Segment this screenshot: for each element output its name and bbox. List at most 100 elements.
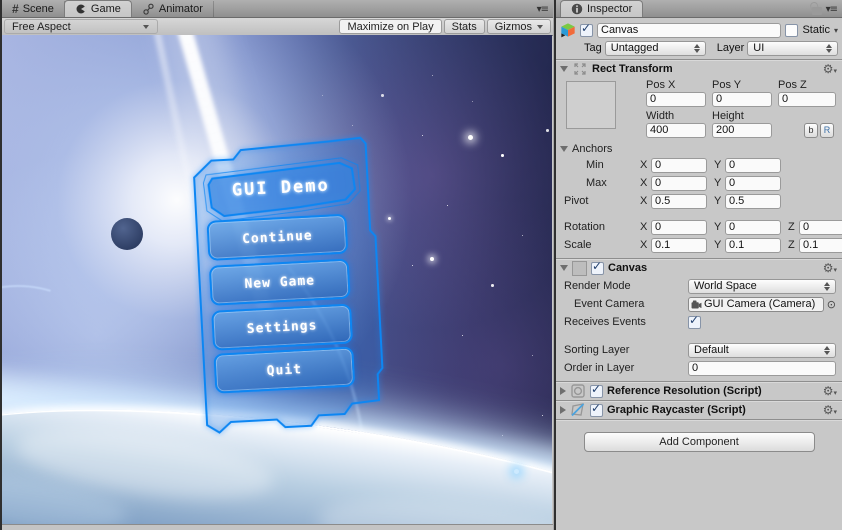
gameobject-cube-icon[interactable] bbox=[560, 22, 576, 38]
unity-editor-window: # Scene Game Animator ▾≡ Free Aspect Max… bbox=[0, 0, 842, 530]
anchors-foldout-row[interactable]: Anchors bbox=[556, 142, 842, 156]
rotation-y-field[interactable]: 0 bbox=[725, 219, 781, 235]
stats-button[interactable]: Stats bbox=[443, 19, 485, 34]
tab-game[interactable]: Game bbox=[63, 0, 132, 17]
gizmos-caret-icon bbox=[537, 24, 543, 29]
tab-scene-label: Scene bbox=[22, 3, 54, 15]
receives-events-label: Receives Events bbox=[564, 316, 646, 328]
continue-button[interactable]: Continue bbox=[206, 213, 349, 261]
x-axis-label: X bbox=[640, 239, 648, 251]
tab-scene[interactable]: # Scene bbox=[2, 1, 65, 17]
info-icon bbox=[571, 3, 583, 15]
graphic-raycaster-foldout[interactable] bbox=[560, 406, 566, 414]
y-axis-label: Y bbox=[714, 221, 722, 233]
min-x-field[interactable]: 0 bbox=[651, 157, 707, 173]
gameobject-name-field[interactable]: Canvas bbox=[597, 22, 782, 38]
tag-dropdown[interactable]: Untagged bbox=[604, 40, 706, 56]
pos-z-field[interactable]: 0 bbox=[778, 92, 836, 107]
z-axis-label: Z bbox=[788, 239, 795, 251]
rect-transform-foldout[interactable] bbox=[560, 66, 568, 72]
anchor-preview-box[interactable] bbox=[566, 81, 616, 129]
new-game-button[interactable]: New Game bbox=[208, 258, 351, 306]
scale-z-field[interactable]: 0.1 bbox=[799, 237, 842, 253]
anchors-foldout[interactable] bbox=[560, 146, 568, 152]
static-caret-icon[interactable]: ▾ bbox=[834, 26, 838, 35]
canvas-gear-icon[interactable]: ⚙ ▾ bbox=[823, 262, 837, 274]
layer-dropdown[interactable]: UI bbox=[747, 40, 838, 56]
event-camera-object-field[interactable]: GUI Camera (Camera) bbox=[688, 296, 824, 312]
inspector-menu-icon[interactable]: ▾≡ bbox=[826, 4, 838, 15]
static-checkbox[interactable] bbox=[785, 23, 799, 37]
reference-resolution-header[interactable]: ✓ Reference Resolution (Script) ⚙ ▾ bbox=[556, 382, 842, 400]
rotation-z-field[interactable]: 0 bbox=[799, 219, 842, 235]
receives-events-row: Receives Events ✓ bbox=[556, 313, 842, 331]
width-field[interactable]: 400 bbox=[646, 123, 706, 138]
add-component-button[interactable]: Add Component bbox=[583, 432, 815, 452]
x-axis-label: X bbox=[640, 177, 648, 189]
min-y-field[interactable]: 0 bbox=[725, 157, 781, 173]
render-mode-label: Render Mode bbox=[564, 280, 631, 292]
pos-y-field[interactable]: 0 bbox=[712, 92, 772, 107]
sorting-layer-dropdown[interactable]: Default bbox=[688, 342, 836, 358]
game-icon bbox=[76, 4, 87, 14]
tag-label: Tag bbox=[584, 42, 602, 54]
height-field[interactable]: 200 bbox=[712, 123, 772, 138]
scale-y-field[interactable]: 0.1 bbox=[725, 237, 781, 253]
maximize-on-play-button[interactable]: Maximize on Play bbox=[339, 19, 442, 34]
height-label: Height bbox=[712, 110, 744, 122]
order-in-layer-field[interactable]: 0 bbox=[688, 360, 836, 376]
active-checkbox[interactable]: ✓ bbox=[580, 21, 593, 37]
pivot-x-field[interactable]: 0.5 bbox=[651, 193, 707, 209]
settings-button[interactable]: Settings bbox=[211, 303, 354, 351]
tab-animator[interactable]: Animator bbox=[132, 1, 214, 17]
max-x-field[interactable]: 0 bbox=[651, 175, 707, 191]
x-axis-label: X bbox=[640, 159, 648, 171]
pos-x-field[interactable]: 0 bbox=[646, 92, 706, 107]
graphic-raycaster-header[interactable]: ✓ Graphic Raycaster (Script) ⚙ ▾ bbox=[556, 401, 842, 419]
canvas-component-header[interactable]: ✓ Canvas ⚙ ▾ bbox=[556, 259, 842, 277]
graphic-raycaster-gear-icon[interactable]: ⚙ ▾ bbox=[823, 404, 837, 416]
camera-icon bbox=[691, 299, 702, 309]
game-panel-menu-icon[interactable]: ▾≡ bbox=[537, 4, 549, 15]
quit-button[interactable]: Quit bbox=[213, 346, 356, 394]
object-picker-icon[interactable]: ⊙ bbox=[827, 298, 836, 311]
raw-edit-mode-button[interactable]: R bbox=[820, 123, 834, 138]
scale-x-field[interactable]: 0.1 bbox=[651, 237, 707, 253]
bottom-strip bbox=[2, 524, 553, 530]
rotation-x-field[interactable]: 0 bbox=[651, 219, 707, 235]
graphic-raycaster-title: Graphic Raycaster (Script) bbox=[607, 404, 746, 416]
canvas-foldout[interactable] bbox=[560, 265, 568, 271]
tab-game-label: Game bbox=[90, 3, 121, 15]
y-axis-label: Y bbox=[714, 239, 722, 251]
bright-star bbox=[430, 257, 434, 261]
aspect-dropdown[interactable]: Free Aspect bbox=[4, 19, 158, 34]
y-axis-label: Y bbox=[714, 159, 722, 171]
lock-icon[interactable] bbox=[811, 7, 822, 15]
reference-resolution-title: Reference Resolution (Script) bbox=[607, 385, 762, 397]
pivot-label: Pivot bbox=[564, 195, 589, 207]
render-mode-dropdown[interactable]: World Space bbox=[688, 278, 836, 294]
star-field bbox=[2, 35, 3, 36]
blueprint-mode-button[interactable]: b bbox=[804, 123, 818, 138]
rect-transform-icon bbox=[574, 63, 586, 75]
rect-transform-title: Rect Transform bbox=[592, 63, 673, 75]
rotation-row: Rotation X 0 Y 0 Z 0 bbox=[556, 218, 842, 236]
order-in-layer-row: Order in Layer 0 bbox=[556, 359, 842, 377]
canvas-enabled-checkbox[interactable]: ✓ bbox=[591, 259, 604, 275]
gizmos-dropdown[interactable]: Gizmos bbox=[486, 19, 551, 34]
game-toolbar: Free Aspect Maximize on Play Stats Gizmo… bbox=[2, 18, 553, 36]
receives-events-checkbox[interactable]: ✓ bbox=[688, 313, 701, 329]
scale-label: Scale bbox=[564, 239, 592, 251]
graphic-raycaster-checkbox[interactable]: ✓ bbox=[590, 401, 603, 417]
rect-transform-gear-icon[interactable]: ⚙ ▾ bbox=[823, 63, 837, 75]
max-y-field[interactable]: 0 bbox=[725, 175, 781, 191]
pos-x-label: Pos X bbox=[646, 79, 676, 91]
rect-transform-header[interactable]: Rect Transform ⚙ ▾ bbox=[556, 60, 842, 78]
y-axis-label: Y bbox=[714, 177, 722, 189]
reference-resolution-foldout[interactable] bbox=[560, 387, 566, 395]
reference-resolution-checkbox[interactable]: ✓ bbox=[590, 382, 603, 398]
tab-inspector[interactable]: Inspector bbox=[560, 0, 644, 17]
reference-resolution-gear-icon[interactable]: ⚙ ▾ bbox=[823, 385, 837, 397]
pivot-y-field[interactable]: 0.5 bbox=[725, 193, 781, 209]
max-label: Max bbox=[586, 177, 607, 189]
